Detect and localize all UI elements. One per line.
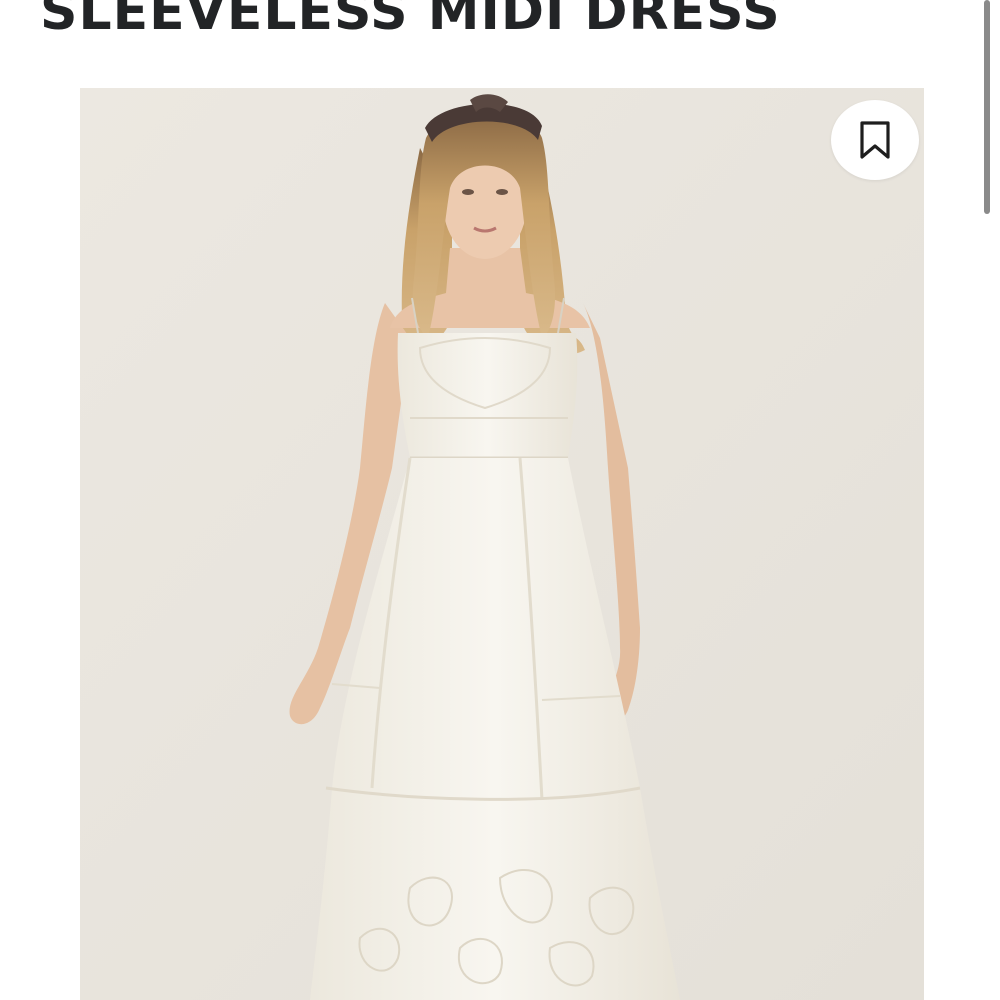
bookmark-icon [860,121,890,159]
product-page: SLEEVELESS MIDI DRESS [0,0,1000,1000]
save-button[interactable] [831,100,919,180]
product-title: SLEEVELESS MIDI DRESS [40,0,781,42]
model-photo [80,88,924,1000]
scrollbar-thumb[interactable] [984,0,990,214]
product-image[interactable] [80,88,924,1000]
